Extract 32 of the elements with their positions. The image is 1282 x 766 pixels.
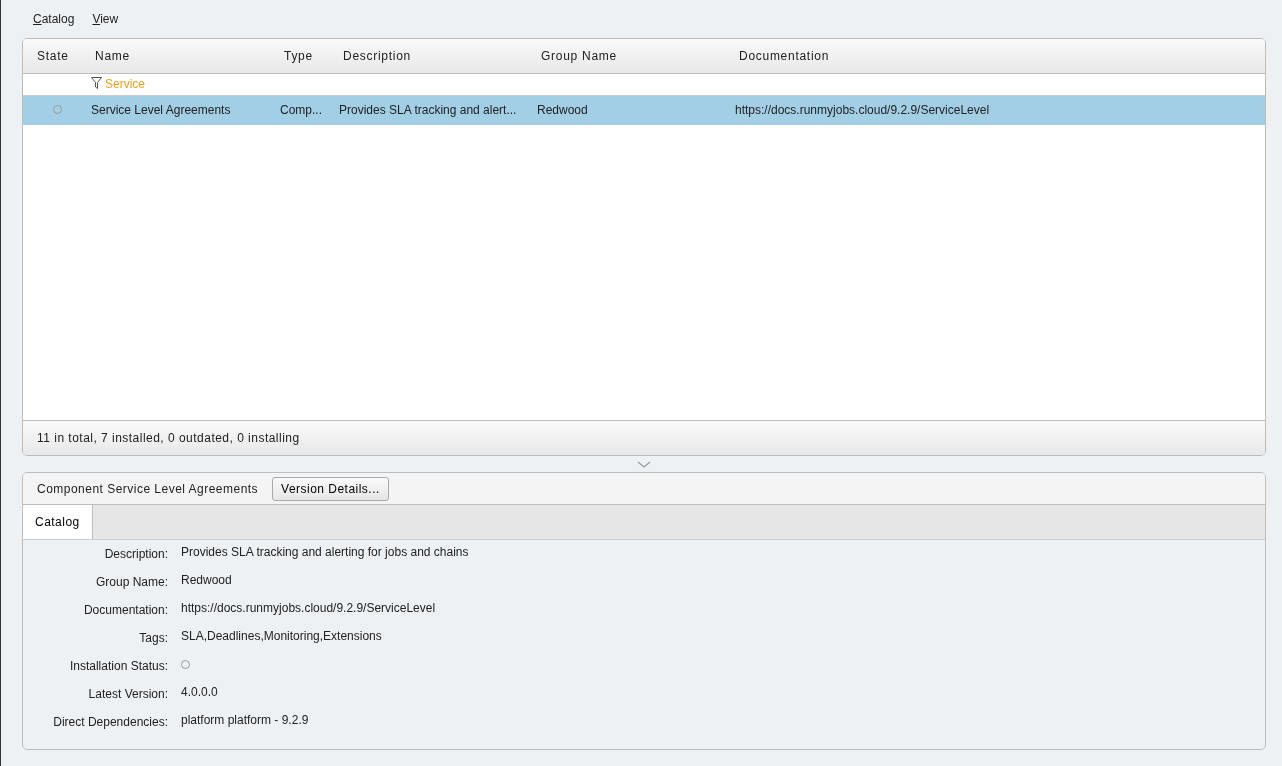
field-value: 4.0.0.0 [181,684,218,701]
chevron-down-icon[interactable] [637,460,651,468]
column-header[interactable]: Name [81,39,270,73]
field-label: Documentation: [82,602,168,619]
filter-icon [91,77,102,89]
menu-item[interactable]: Catalog [24,10,84,28]
table-cell: Redwood [527,95,725,125]
column-header[interactable]: Description [329,39,527,73]
field-value: platform platform - 9.2.9 [181,712,309,729]
field-value: Provides SLA tracking and alerting for jobs and chains [181,544,469,561]
field-label: Installation Status: [68,658,168,675]
field-value: Redwood [181,572,232,589]
field-value: https://docs.runmyjobs.cloud/9.2.9/ServiceLevel [181,600,436,617]
field-label: Group Name: [94,574,168,591]
column-header[interactable]: Type [270,39,329,73]
field-label: Latest Version: [87,686,168,703]
column-header[interactable]: Group Name [527,39,725,73]
menu-item[interactable]: View [83,10,128,28]
table-cell: Comp... [270,95,329,125]
column-header[interactable]: Documentation [725,39,1265,73]
status-bar: 11 in total, 7 installed, 0 outdated, 0 installing [23,420,1265,455]
table-cell: Service Level Agreements [81,95,270,125]
version-details-button[interactable]: Version Details... [272,476,389,501]
column-header[interactable]: State [23,39,81,73]
field-label: Description: [103,546,168,563]
table-cell: https://docs.runmyjobs.cloud/9.2.9/ServiceLevel [725,95,1265,125]
field-label: Tags: [138,630,168,647]
details-title: Component Service Level Agreements [37,480,259,498]
field-label: Direct Dependencies: [52,714,168,731]
table-cell: Provides SLA tracking and alert... [329,95,527,125]
tab[interactable]: Catalog [23,505,93,539]
field-value: SLA,Deadlines,Monitoring,Extensions [181,628,382,645]
